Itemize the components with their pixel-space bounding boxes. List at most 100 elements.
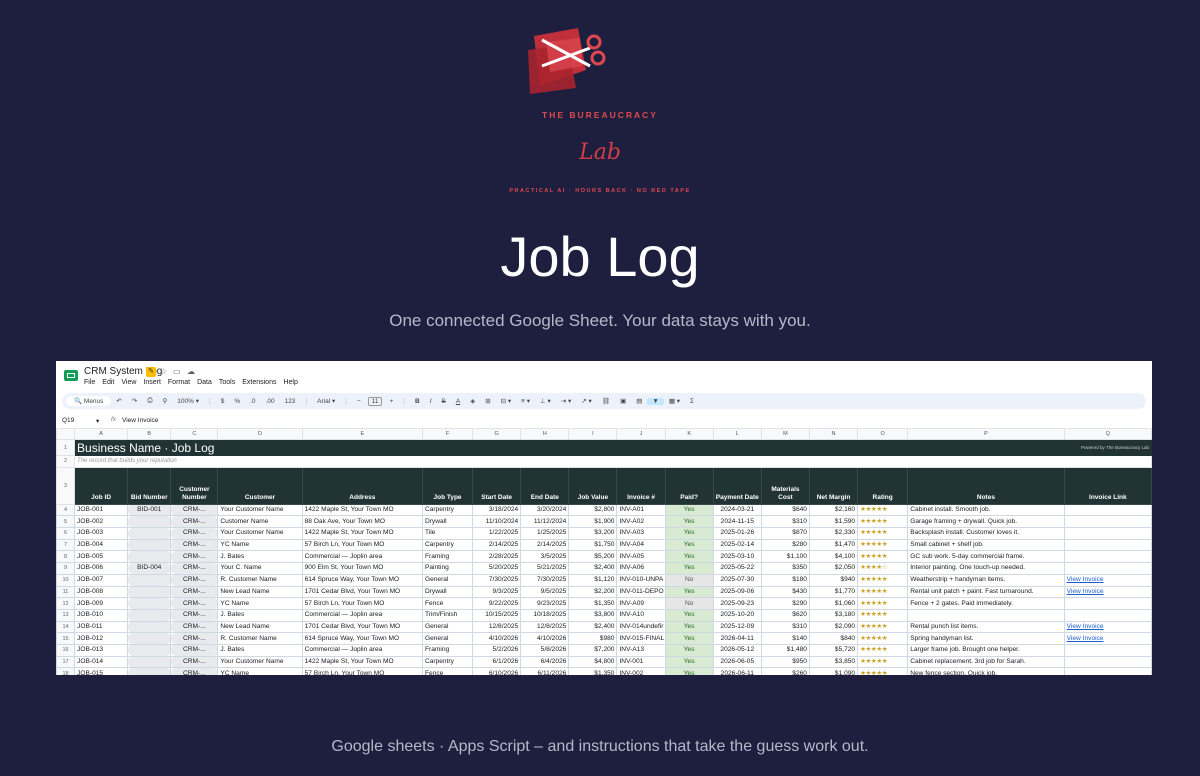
- cell-job[interactable]: JOB-011: [74, 620, 129, 634]
- cell-pay-date[interactable]: 2025-01-26: [712, 527, 762, 540]
- cell-customer[interactable]: New Lead Name: [217, 620, 303, 634]
- column-filter-header[interactable]: Address: [301, 466, 423, 505]
- cell-notes[interactable]: Backsplash install. Customer loves it.: [907, 527, 1065, 540]
- customer-number-dropdown[interactable]: CRM-...: [170, 527, 219, 540]
- customer-number-dropdown[interactable]: CRM-...: [170, 667, 219, 675]
- cell-pay-date[interactable]: 2026-05-12: [712, 643, 762, 657]
- menu-item[interactable]: Data: [197, 379, 212, 386]
- cell-customer[interactable]: YC Name: [217, 538, 303, 552]
- strikethrough-icon[interactable]: S: [437, 398, 451, 405]
- invoice-link-cell[interactable]: View Invoice: [1063, 620, 1152, 634]
- cell-pay-date[interactable]: 2026-06-11: [712, 667, 762, 675]
- insert-chart-icon[interactable]: ▤: [631, 397, 647, 405]
- align-vertical-icon[interactable]: ⊥ ▾: [535, 397, 556, 405]
- formula-input[interactable]: View Invoice: [122, 417, 158, 424]
- cell-address[interactable]: 1422 Maple St, Your Town MO: [301, 527, 423, 540]
- cell-materials[interactable]: $1,480: [760, 643, 810, 657]
- cell-address[interactable]: 614 Spruce Way, Your Town MO: [301, 573, 423, 587]
- cell-notes[interactable]: Garage framing + drywall. Quick job.: [907, 515, 1065, 529]
- cell-pay-date[interactable]: 2026-06-05: [712, 655, 762, 669]
- cell-margin[interactable]: $2,050: [808, 562, 859, 575]
- cell-pay-date[interactable]: 2024-03-21: [712, 503, 762, 517]
- column-header[interactable]: Q: [1063, 428, 1152, 440]
- cell-end[interactable]: 3/20/2024: [520, 503, 570, 517]
- cell-job[interactable]: JOB-013: [74, 643, 129, 657]
- cell-job[interactable]: JOB-003: [74, 527, 129, 540]
- fill-color-icon[interactable]: ◈: [465, 397, 480, 405]
- cell-invoice[interactable]: INV-001: [616, 655, 666, 669]
- customer-number-dropdown[interactable]: CRM-...: [170, 608, 219, 622]
- chevron-down-icon[interactable]: ▾: [96, 417, 99, 425]
- bid-dropdown[interactable]: [127, 527, 172, 540]
- menu-search[interactable]: 🔍 Menus: [66, 396, 112, 406]
- view-invoice-link[interactable]: View Invoice: [1067, 576, 1104, 583]
- cell-margin[interactable]: $3,180: [808, 608, 859, 622]
- invoice-link-cell[interactable]: [1063, 515, 1152, 529]
- cell-value[interactable]: $2,400: [568, 562, 618, 575]
- cell-invoice[interactable]: INV-015-FINAL: [616, 632, 666, 645]
- cell-customer[interactable]: J. Bates: [217, 608, 303, 622]
- row-number[interactable]: 18: [56, 667, 76, 675]
- cell-notes[interactable]: Rental unit patch + paint. Fast turnarou…: [907, 585, 1065, 599]
- cell-start[interactable]: 10/15/2025: [472, 608, 522, 622]
- menu-item[interactable]: Help: [283, 379, 297, 386]
- column-header[interactable]: I: [568, 428, 618, 440]
- cell-notes[interactable]: GC sub work. 5-day commercial frame.: [907, 550, 1065, 564]
- menu-item[interactable]: Tools: [219, 379, 235, 386]
- bid-dropdown[interactable]: [127, 597, 172, 610]
- functions-button[interactable]: Σ: [685, 398, 699, 405]
- rating-cell[interactable]: ★★★★★: [857, 550, 909, 564]
- cell-start[interactable]: 4/10/2026: [472, 632, 522, 645]
- cell-job[interactable]: JOB-001: [74, 503, 129, 517]
- cell-invoice[interactable]: INV-A04: [616, 538, 666, 552]
- column-header[interactable]: H: [520, 428, 570, 440]
- cell-invoice[interactable]: INV-A13: [616, 643, 666, 657]
- paid-dropdown[interactable]: Yes: [664, 550, 714, 564]
- italic-icon[interactable]: I: [425, 398, 437, 405]
- column-header[interactable]: O: [857, 428, 909, 440]
- paid-dropdown[interactable]: Yes: [664, 538, 714, 552]
- cell-pay-date[interactable]: 2025-09-06: [712, 585, 762, 599]
- cell-job[interactable]: JOB-008: [74, 585, 129, 599]
- borders-icon[interactable]: ⊞: [480, 397, 495, 405]
- cell-value[interactable]: $2,400: [568, 620, 618, 634]
- cell-address[interactable]: 1422 Maple St, Your Town MO: [301, 503, 423, 517]
- cell-end[interactable]: 9/23/2025: [520, 597, 570, 610]
- cell-customer[interactable]: R. Customer Name: [217, 632, 303, 645]
- paid-dropdown[interactable]: Yes: [664, 515, 714, 529]
- row-number[interactable]: 14: [56, 620, 76, 634]
- cell-value[interactable]: $1,350: [568, 597, 618, 610]
- bid-dropdown[interactable]: [127, 515, 172, 529]
- cell-pay-date[interactable]: 2025-09-23: [712, 597, 762, 610]
- cell-address[interactable]: 1701 Cedar Blvd, Your Town MO: [301, 620, 423, 634]
- customer-number-dropdown[interactable]: CRM-...: [170, 632, 219, 645]
- paid-dropdown[interactable]: Yes: [664, 620, 714, 634]
- invoice-link-cell[interactable]: [1063, 597, 1152, 610]
- column-filter-header[interactable]: Job Value: [568, 466, 618, 505]
- cell-value[interactable]: $1,350: [568, 667, 618, 675]
- cell-job[interactable]: JOB-009: [74, 597, 129, 610]
- cell-job[interactable]: JOB-010: [74, 608, 129, 622]
- bid-dropdown[interactable]: [127, 655, 172, 669]
- invoice-link-cell[interactable]: View Invoice: [1063, 585, 1152, 599]
- cell-materials[interactable]: $310: [760, 620, 810, 634]
- paid-dropdown[interactable]: Yes: [664, 643, 714, 657]
- menu-item[interactable]: Edit: [102, 379, 114, 386]
- cell-materials[interactable]: $310: [760, 515, 810, 529]
- cell-margin[interactable]: $1,770: [808, 585, 859, 599]
- customer-number-dropdown[interactable]: CRM-...: [170, 538, 219, 552]
- cell-customer[interactable]: J. Bates: [217, 550, 303, 564]
- cell-materials[interactable]: $180: [760, 573, 810, 587]
- cell-end[interactable]: 6/4/2026: [520, 655, 570, 669]
- cell-invoice[interactable]: INV-A10: [616, 608, 666, 622]
- cell-customer[interactable]: R. Customer Name: [217, 573, 303, 587]
- column-filter-header[interactable]: Job ID: [74, 466, 129, 505]
- bid-dropdown[interactable]: [127, 667, 172, 675]
- column-header[interactable]: G: [472, 428, 522, 440]
- column-filter-header[interactable]: Start Date: [472, 466, 522, 505]
- column-filter-header[interactable]: Bid Number: [127, 466, 172, 505]
- row-number[interactable]: 1: [56, 439, 76, 456]
- cell-type[interactable]: General: [421, 573, 474, 587]
- paid-dropdown[interactable]: Yes: [664, 655, 714, 669]
- cell-start[interactable]: 3/18/2024: [472, 503, 522, 517]
